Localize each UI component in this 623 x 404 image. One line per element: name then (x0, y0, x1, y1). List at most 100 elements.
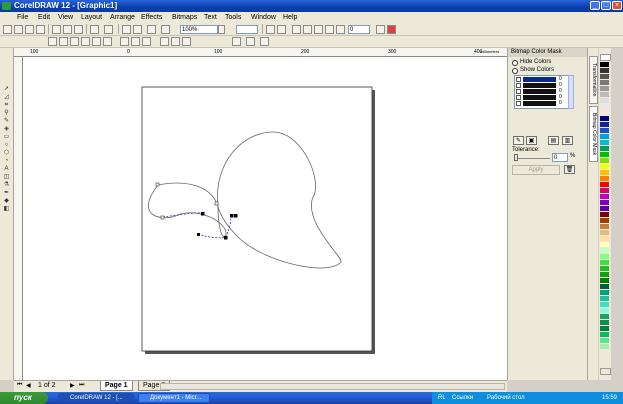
desktop-toolbar[interactable]: Рабочий стол (487, 392, 525, 404)
snap-grid-icon[interactable] (266, 25, 275, 34)
menu-view[interactable]: View (58, 14, 73, 21)
menu-tools[interactable]: Tools (225, 14, 241, 21)
tolerance-slider-thumb[interactable] (514, 154, 518, 161)
close-button[interactable]: × (612, 1, 622, 10)
palette-swatch[interactable] (600, 128, 609, 133)
prop-icon-11[interactable] (171, 37, 180, 46)
maximize-button[interactable]: □ (601, 1, 611, 10)
next-page-icon[interactable]: ▶ (70, 382, 75, 389)
palette-swatch[interactable] (600, 218, 609, 223)
redo-icon[interactable] (104, 25, 113, 34)
palette-swatch[interactable] (600, 54, 611, 61)
palette-swatch[interactable] (600, 296, 609, 301)
minimize-button[interactable]: _ (590, 1, 600, 10)
task-word[interactable]: Документ1 - Micr... (138, 393, 210, 403)
menu-arrange[interactable]: Arrange (110, 14, 135, 21)
tab-transformation[interactable]: Transformation (589, 56, 598, 104)
zoom-dropdown-icon[interactable] (218, 25, 225, 34)
palette-swatch[interactable] (600, 134, 609, 139)
nudge-field[interactable] (236, 25, 258, 34)
color-list-scrollbar[interactable] (568, 75, 574, 109)
eyedropper-icon[interactable]: ✎ (513, 136, 524, 145)
app-launcher-icon[interactable] (147, 25, 156, 34)
palette-swatch[interactable] (600, 224, 609, 229)
palette-swatch[interactable] (600, 206, 609, 211)
smart-fill-icon[interactable]: ◈ (2, 126, 11, 133)
palette-swatch[interactable] (600, 146, 609, 151)
prop-icon-10[interactable] (160, 37, 169, 46)
palette-swatch[interactable] (600, 230, 609, 235)
menu-effects[interactable]: Effects (141, 14, 162, 21)
prop-icon-12[interactable] (182, 37, 191, 46)
apply-button[interactable]: Apply (512, 165, 560, 175)
palette-swatch[interactable] (600, 242, 609, 247)
links-toolbar[interactable]: Ссылки (452, 392, 473, 404)
palette-swatch[interactable] (600, 338, 609, 343)
palette-swatch[interactable] (600, 278, 609, 283)
color-list[interactable]: 0 0 0 0 0 (514, 75, 574, 109)
menu-file[interactable]: File (17, 14, 28, 21)
interactive-fill-icon[interactable]: ◧ (2, 206, 11, 213)
last-page-icon[interactable]: ⏭ (79, 382, 84, 389)
freehand-tool-icon[interactable]: ✎ (2, 118, 11, 125)
palette-swatch[interactable] (600, 236, 609, 241)
ellipse-tool-icon[interactable]: ○ (2, 142, 11, 149)
show-colors-radio[interactable] (512, 68, 518, 74)
palette-swatch[interactable] (600, 140, 609, 145)
hide-colors-radio[interactable] (512, 60, 518, 66)
outline-tool-icon[interactable]: ✒ (2, 190, 11, 197)
language-indicator[interactable]: RL (438, 392, 446, 404)
menu-text[interactable]: Text (204, 14, 217, 21)
palette-swatch[interactable] (600, 68, 609, 73)
offset-field[interactable]: 0 (348, 25, 370, 34)
palette-swatch[interactable] (600, 332, 609, 337)
prop-icon-15[interactable] (260, 37, 269, 46)
prop-icon-5[interactable] (92, 37, 101, 46)
horizontal-scrollbar[interactable] (160, 383, 505, 390)
stop-icon[interactable] (387, 25, 396, 34)
menu-bitmaps[interactable]: Bitmaps (172, 14, 197, 21)
drawing-svg[interactable] (23, 57, 507, 380)
palette-swatch[interactable] (600, 272, 609, 277)
tab-page-1[interactable]: Page 1 (100, 381, 133, 391)
palette-swatch[interactable] (600, 344, 609, 349)
undo-icon[interactable] (90, 25, 99, 34)
menu-edit[interactable]: Edit (38, 14, 50, 21)
palette-swatch[interactable] (600, 104, 609, 109)
palette-swatch[interactable] (600, 74, 609, 79)
list-item[interactable]: 0 (516, 100, 573, 107)
palette-swatch[interactable] (600, 200, 609, 205)
open-mask-icon[interactable]: ▥ (562, 136, 573, 145)
prop-icon-13[interactable] (232, 37, 241, 46)
palette-swatch[interactable] (600, 152, 609, 157)
export-icon[interactable] (133, 25, 142, 34)
palette-swatch[interactable] (600, 326, 609, 331)
start-button[interactable]: пуск (0, 392, 48, 404)
new-icon[interactable] (3, 25, 12, 34)
tolerance-slider-track[interactable] (514, 158, 550, 159)
interactive-blend-icon[interactable]: ◫ (2, 174, 11, 181)
prop-icon-14[interactable] (246, 37, 255, 46)
prop-icon-1[interactable] (48, 37, 57, 46)
menu-help[interactable]: Help (283, 14, 297, 21)
prop-icon-3[interactable] (70, 37, 79, 46)
palette-swatch[interactable] (600, 80, 609, 85)
task-coreldraw[interactable]: CorelDRAW 12 - [... (58, 393, 134, 403)
prop-icon-6[interactable] (103, 37, 112, 46)
open-icon[interactable] (14, 25, 23, 34)
palette-scroll-icon[interactable] (600, 368, 611, 375)
delete-icon[interactable]: 🗑 (564, 165, 575, 174)
palette-swatch[interactable] (600, 194, 609, 199)
palette-swatch[interactable] (600, 266, 609, 271)
palette-swatch[interactable] (600, 320, 609, 325)
first-page-icon[interactable]: ⏮ (17, 382, 22, 389)
palette-swatch[interactable] (600, 308, 609, 313)
corel-online-icon[interactable] (161, 25, 170, 34)
palette-swatch[interactable] (600, 116, 609, 121)
import-icon[interactable] (122, 25, 131, 34)
paste-icon[interactable] (74, 25, 83, 34)
shape-tool-icon[interactable]: ◿ (2, 94, 11, 101)
prop-icon-7[interactable] (120, 37, 129, 46)
prev-page-icon[interactable]: ◀ (26, 382, 31, 389)
zoom-tool-icon[interactable]: ⚲ (2, 110, 11, 117)
